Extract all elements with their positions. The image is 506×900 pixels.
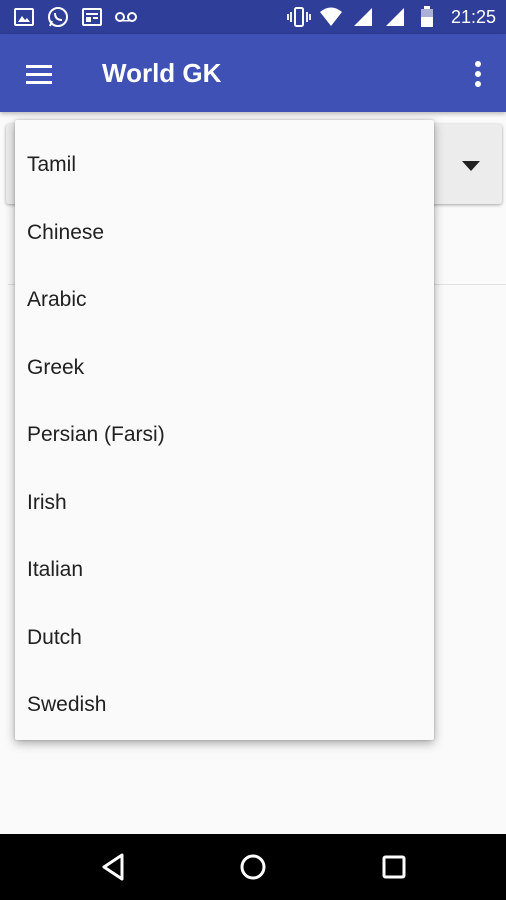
status-notifications [12,5,138,29]
dropdown-item-irish[interactable]: Irish [15,469,434,537]
whatsapp-icon [46,5,70,29]
language-dropdown: Tamil Chinese Arabic Greek Persian (Fars… [15,120,434,740]
status-bar: 21:25 [0,0,506,34]
overflow-menu-icon[interactable] [466,56,490,92]
dropdown-item-persian[interactable]: Persian (Farsi) [15,401,434,469]
navigation-bar [0,834,506,900]
voicemail-icon [114,5,138,29]
status-time: 21:25 [450,6,496,27]
news-icon [80,5,104,29]
dropdown-arrow-icon [462,158,480,176]
dropdown-list: Tamil Chinese Arabic Greek Persian (Fars… [15,120,434,739]
gallery-icon [12,5,36,29]
app-title: World GK [102,58,222,88]
back-icon[interactable] [98,851,130,883]
signal-icon [351,5,375,29]
dropdown-item-swedish[interactable]: Swedish [15,671,434,739]
app-bar: World GK [0,34,506,112]
dropdown-item-chinese[interactable]: Chinese [15,199,434,267]
wifi-icon [319,5,343,29]
signal-icon [383,5,407,29]
hamburger-menu-icon[interactable] [22,56,58,92]
vibrate-icon [287,5,311,29]
dropdown-item-arabic[interactable]: Arabic [15,266,434,334]
status-system: 21:25 [287,5,496,29]
dropdown-item-tamil[interactable]: Tamil [15,131,434,199]
recents-icon[interactable] [378,851,410,883]
dropdown-item-greek[interactable]: Greek [15,334,434,402]
battery-icon [415,5,439,29]
dropdown-item-italian[interactable]: Italian [15,536,434,604]
dropdown-item-dutch[interactable]: Dutch [15,604,434,672]
home-icon[interactable] [237,851,269,883]
